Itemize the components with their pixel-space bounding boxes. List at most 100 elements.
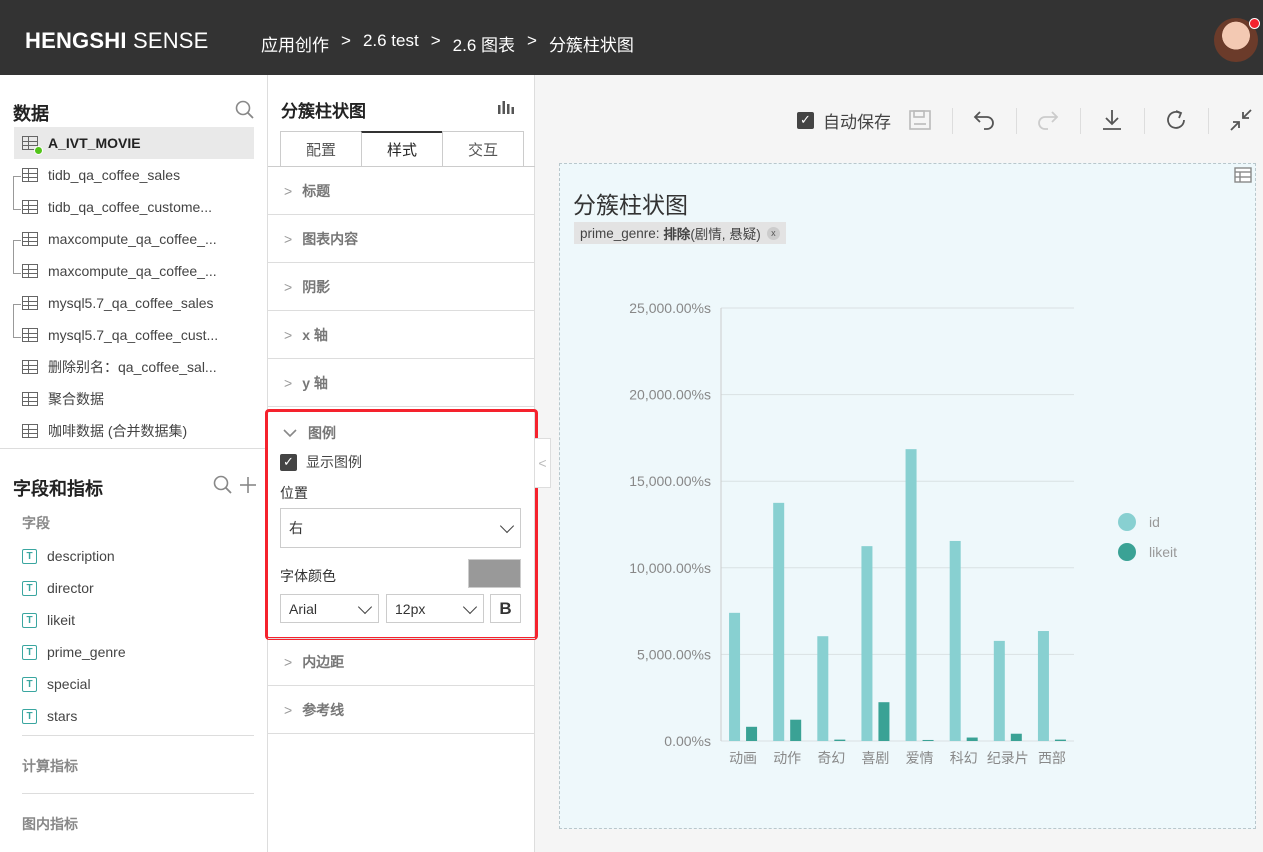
redo-icon[interactable]	[1036, 108, 1060, 132]
field-item[interactable]: Tlikeit	[22, 612, 75, 628]
table-icon	[22, 168, 38, 182]
style-settings-panel: 分簇柱状图 配置 样式 交互 > 标题 > 图表内容 > 阴影 > x 轴 > y 轴 图…	[265, 75, 538, 852]
toolbar-divider	[1144, 108, 1145, 134]
settings-tabs: 配置 样式 交互	[280, 131, 524, 167]
calc-metrics-header[interactable]: 计算指标	[22, 756, 78, 776]
breadcrumb-current: 分簇柱状图	[548, 36, 634, 55]
tab-style[interactable]: 样式	[361, 131, 443, 167]
section-chart-content[interactable]: > 图表内容	[268, 215, 535, 263]
checkbox-checked-icon: ✓	[280, 453, 297, 471]
bar-likeit	[878, 702, 890, 741]
x-tick-label: 喜剧	[861, 750, 889, 766]
dataset-item[interactable]: 咖啡数据 (合并数据集)	[0, 415, 268, 447]
breadcrumb-item[interactable]: 应用创作	[261, 31, 329, 56]
tab-interaction[interactable]: 交互	[442, 131, 524, 167]
collapse-panel-handle[interactable]: <	[535, 438, 551, 488]
table-icon	[22, 200, 38, 214]
y-tick-label: 25,000.00%s	[629, 300, 711, 316]
legend-marker	[1118, 543, 1136, 561]
section-shadow[interactable]: > 阴影	[268, 263, 535, 311]
dataset-item[interactable]: maxcompute_qa_coffee_...	[0, 255, 268, 287]
app-logo[interactable]: HENGSHI SENSE	[25, 28, 209, 54]
save-icon[interactable]	[908, 108, 932, 132]
breadcrumb-item[interactable]: 2.6 图表	[453, 31, 515, 56]
field-item[interactable]: Tdirector	[22, 580, 94, 596]
inner-metrics-header[interactable]: 图内指标	[22, 814, 78, 834]
dataset-link-bracket	[13, 176, 21, 210]
chevron-down-icon	[283, 429, 297, 438]
bar-id	[993, 640, 1005, 741]
dataset-item[interactable]: maxcompute_qa_coffee_...	[0, 223, 268, 255]
bar-id	[861, 546, 873, 741]
connected-status-icon	[34, 146, 43, 155]
x-tick-label: 爱情	[906, 750, 934, 766]
autosave-toggle[interactable]: ✓ 自动保存	[797, 100, 891, 140]
table-icon	[22, 328, 38, 342]
refresh-icon[interactable]	[1164, 108, 1188, 132]
font-color-swatch[interactable]	[468, 559, 521, 588]
font-color-label: 字体颜色	[280, 568, 336, 584]
chevron-down-icon	[357, 599, 373, 614]
dataset-item[interactable]: tidb_qa_coffee_custome...	[0, 191, 268, 223]
bold-toggle-button[interactable]: B	[490, 594, 521, 623]
remove-filter-icon[interactable]: x	[766, 226, 780, 240]
section-padding[interactable]: > 内边距	[268, 638, 535, 686]
table-view-icon[interactable]	[1232, 166, 1254, 186]
font-size-select[interactable]: 12px	[386, 594, 484, 623]
fields-section-title: 字段和指标	[13, 479, 103, 499]
x-tick-label: 奇幻	[817, 750, 845, 766]
collapse-icon[interactable]	[1229, 108, 1253, 132]
bar-likeit	[790, 719, 802, 741]
dataset-item[interactable]: 聚合数据	[0, 383, 268, 415]
search-icon[interactable]	[235, 100, 255, 120]
chevron-right-icon: >	[284, 278, 293, 295]
field-item[interactable]: Tspecial	[22, 676, 91, 692]
filter-chip[interactable]: prime_genre: 排除 (剧情, 悬疑) x	[574, 222, 786, 244]
dataset-item[interactable]: A_IVT_MOVIE	[14, 127, 254, 159]
bar-id	[729, 612, 741, 741]
section-legend[interactable]: 图例	[283, 423, 336, 443]
chevron-right-icon: >	[284, 326, 293, 343]
show-legend-checkbox[interactable]: ✓ 显示图例	[280, 452, 362, 472]
x-tick-label: 科幻	[950, 750, 978, 766]
chart-card[interactable]: 分簇柱状图 prime_genre: 排除 (剧情, 悬疑) x 0.00%s 5,…	[559, 163, 1256, 829]
toolbar-divider	[952, 108, 953, 134]
chart-type-title: 分簇柱状图	[281, 102, 366, 121]
breadcrumb-item[interactable]: 2.6 test	[363, 31, 419, 56]
download-icon[interactable]	[1100, 108, 1124, 132]
tab-config[interactable]: 配置	[280, 131, 362, 167]
font-family-select[interactable]: Arial	[280, 594, 379, 623]
fields-subheader: 字段	[22, 515, 50, 531]
undo-icon[interactable]	[972, 108, 996, 132]
text-field-icon: T	[22, 644, 37, 660]
section-reference-line[interactable]: > 参考线	[268, 686, 535, 734]
y-tick-label: 10,000.00%s	[629, 560, 711, 576]
bar-likeit	[746, 726, 758, 741]
bar-chart-icon[interactable]	[497, 99, 515, 115]
plus-icon[interactable]	[238, 475, 258, 495]
dataset-item[interactable]: tidb_qa_coffee_sales	[0, 159, 268, 191]
user-avatar[interactable]	[1214, 18, 1260, 62]
field-item[interactable]: Tstars	[22, 708, 77, 724]
search-icon[interactable]	[213, 475, 233, 495]
dataset-link-bracket	[13, 304, 21, 338]
field-item[interactable]: Tprime_genre	[22, 644, 126, 660]
text-field-icon: T	[22, 676, 37, 692]
dataset-item[interactable]: 删除别名：qa_coffee_sal...	[0, 351, 268, 383]
section-y-axis[interactable]: > y 轴	[268, 359, 535, 407]
section-title-settings[interactable]: > 标题	[268, 167, 535, 215]
dataset-item[interactable]: mysql5.7_qa_coffee_sales	[0, 287, 268, 319]
dataset-item[interactable]: mysql5.7_qa_coffee_cust...	[0, 319, 268, 351]
field-item[interactable]: Tdescription	[22, 548, 115, 564]
bar-likeit	[966, 737, 978, 741]
table-icon	[22, 232, 38, 246]
legend-position-select[interactable]: 右	[280, 508, 521, 548]
dataset-list: A_IVT_MOVIE tidb_qa_coffee_sales tidb_qa…	[0, 127, 268, 447]
section-x-axis[interactable]: > x 轴	[268, 311, 535, 359]
chevron-right-icon: >	[284, 701, 293, 718]
breadcrumb-separator: >	[527, 31, 537, 50]
chevron-right-icon: >	[284, 230, 293, 247]
toolbar-divider	[1016, 108, 1017, 134]
position-label: 位置	[280, 485, 308, 501]
text-field-icon: T	[22, 580, 37, 596]
